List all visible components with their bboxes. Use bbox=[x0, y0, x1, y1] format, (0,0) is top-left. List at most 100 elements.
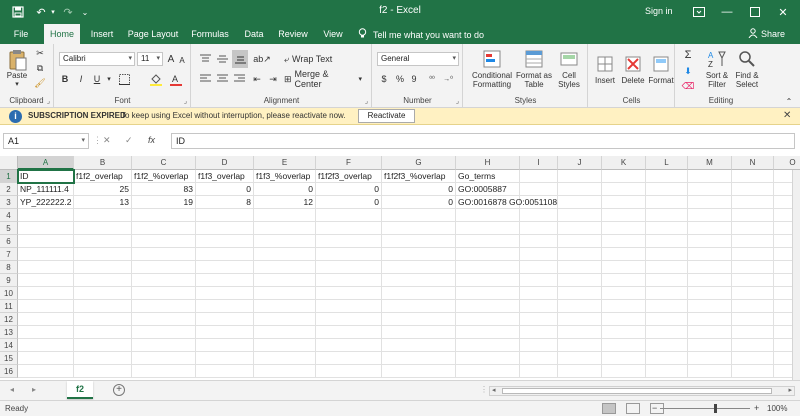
cell[interactable] bbox=[382, 261, 456, 274]
cell[interactable] bbox=[646, 300, 688, 313]
merge-center-button[interactable]: ⊞ Merge & Center ▾ bbox=[284, 69, 362, 89]
row-header[interactable]: 8 bbox=[0, 261, 18, 274]
cell[interactable] bbox=[132, 274, 196, 287]
align-center-icon[interactable] bbox=[215, 72, 229, 86]
cell[interactable] bbox=[18, 248, 74, 261]
cell[interactable]: f1f2_%overlap bbox=[132, 170, 196, 183]
cell[interactable] bbox=[646, 287, 688, 300]
cell[interactable] bbox=[602, 209, 646, 222]
cell[interactable] bbox=[316, 352, 382, 365]
cell[interactable] bbox=[74, 365, 132, 378]
underline-dropdown-icon[interactable]: ▾ bbox=[105, 72, 113, 86]
cell[interactable] bbox=[196, 339, 254, 352]
copy-icon[interactable]: ⧉ bbox=[33, 62, 47, 74]
cell[interactable]: 0 bbox=[196, 183, 254, 196]
alignment-launcher-icon[interactable]: ⌟ bbox=[365, 97, 368, 105]
cell[interactable] bbox=[732, 222, 774, 235]
column-header[interactable]: K bbox=[602, 156, 646, 170]
formula-input[interactable]: ID bbox=[171, 133, 795, 149]
cell[interactable] bbox=[646, 261, 688, 274]
cell[interactable] bbox=[382, 365, 456, 378]
cell[interactable] bbox=[132, 248, 196, 261]
cell[interactable] bbox=[602, 274, 646, 287]
cell[interactable] bbox=[132, 300, 196, 313]
cell[interactable] bbox=[74, 339, 132, 352]
cell[interactable] bbox=[456, 287, 520, 300]
cell[interactable]: ID bbox=[17, 169, 75, 184]
cell[interactable] bbox=[688, 248, 732, 261]
cell[interactable] bbox=[558, 235, 602, 248]
cell[interactable] bbox=[382, 209, 456, 222]
cell[interactable] bbox=[316, 365, 382, 378]
cell[interactable]: YP_222222.2 bbox=[18, 196, 74, 209]
cell[interactable] bbox=[732, 326, 774, 339]
paste-button[interactable]: Paste ▾ bbox=[4, 46, 30, 92]
cell[interactable] bbox=[602, 300, 646, 313]
percent-button[interactable]: % bbox=[393, 72, 407, 86]
insert-function-icon[interactable]: fx bbox=[148, 135, 155, 145]
row-header[interactable]: 14 bbox=[0, 339, 18, 352]
zoom-slider-thumb[interactable] bbox=[714, 404, 717, 413]
cell[interactable] bbox=[254, 248, 316, 261]
tab-data[interactable]: Data bbox=[240, 24, 268, 44]
wrap-text-button[interactable]: ⤶ Wrap Text bbox=[284, 51, 340, 67]
cell[interactable] bbox=[646, 183, 688, 196]
fill-icon[interactable]: ⬇ bbox=[680, 64, 696, 78]
font-name-combo[interactable]: Calibri ▾ bbox=[59, 52, 135, 66]
cell[interactable] bbox=[18, 339, 74, 352]
column-header[interactable]: J bbox=[558, 156, 602, 170]
number-format-combo[interactable]: General ▾ bbox=[377, 52, 459, 66]
cell[interactable] bbox=[18, 209, 74, 222]
cell[interactable] bbox=[558, 339, 602, 352]
cell[interactable] bbox=[316, 313, 382, 326]
cell[interactable] bbox=[558, 326, 602, 339]
normal-view-icon[interactable] bbox=[602, 403, 616, 414]
column-header[interactable]: M bbox=[688, 156, 732, 170]
clipboard-launcher-icon[interactable]: ⌟ bbox=[47, 97, 50, 105]
cell[interactable] bbox=[196, 313, 254, 326]
zoom-out-icon[interactable]: − bbox=[652, 403, 657, 413]
cell[interactable] bbox=[688, 209, 732, 222]
cell[interactable] bbox=[688, 261, 732, 274]
add-sheet-icon[interactable]: + bbox=[113, 384, 125, 396]
sort-filter-button[interactable]: AZ Sort & Filter bbox=[702, 46, 732, 92]
cell[interactable] bbox=[316, 222, 382, 235]
cell[interactable]: 0 bbox=[254, 183, 316, 196]
cell[interactable] bbox=[602, 365, 646, 378]
cell[interactable] bbox=[602, 183, 646, 196]
horizontal-scrollbar[interactable]: ◂ ▸ bbox=[489, 386, 795, 396]
cell[interactable] bbox=[520, 339, 558, 352]
row-header[interactable]: 7 bbox=[0, 248, 18, 261]
cell[interactable] bbox=[520, 248, 558, 261]
cell[interactable] bbox=[558, 170, 602, 183]
decrease-decimal-icon[interactable]: →⁰ bbox=[441, 72, 455, 86]
tab-formulas[interactable]: Formulas bbox=[188, 24, 232, 44]
number-launcher-icon[interactable]: ⌟ bbox=[456, 97, 459, 105]
cell[interactable] bbox=[602, 326, 646, 339]
zoom-slider[interactable] bbox=[660, 408, 750, 409]
cell[interactable] bbox=[646, 339, 688, 352]
cell[interactable] bbox=[520, 170, 558, 183]
cell[interactable] bbox=[688, 326, 732, 339]
sign-in-link[interactable]: Sign in bbox=[645, 6, 673, 16]
cell[interactable] bbox=[316, 235, 382, 248]
enter-icon[interactable]: ✓ bbox=[125, 135, 133, 146]
cell[interactable] bbox=[602, 170, 646, 183]
bottom-align-icon[interactable] bbox=[232, 50, 248, 68]
cell[interactable]: 0 bbox=[316, 196, 382, 209]
cell[interactable]: 83 bbox=[132, 183, 196, 196]
cell[interactable] bbox=[74, 248, 132, 261]
cell[interactable] bbox=[732, 170, 774, 183]
cell[interactable] bbox=[520, 313, 558, 326]
share-button[interactable]: Share bbox=[748, 28, 785, 40]
cell[interactable] bbox=[254, 313, 316, 326]
row-header[interactable]: 9 bbox=[0, 274, 18, 287]
cell[interactable] bbox=[732, 183, 774, 196]
row-header[interactable]: 12 bbox=[0, 313, 18, 326]
prev-sheet-icon[interactable]: ◂ bbox=[10, 385, 14, 394]
cell[interactable]: Go_terms bbox=[456, 170, 520, 183]
cell[interactable] bbox=[456, 235, 520, 248]
row-header[interactable]: 15 bbox=[0, 352, 18, 365]
font-launcher-icon[interactable]: ⌟ bbox=[184, 97, 187, 105]
close-icon[interactable]: ✕ bbox=[783, 110, 791, 121]
